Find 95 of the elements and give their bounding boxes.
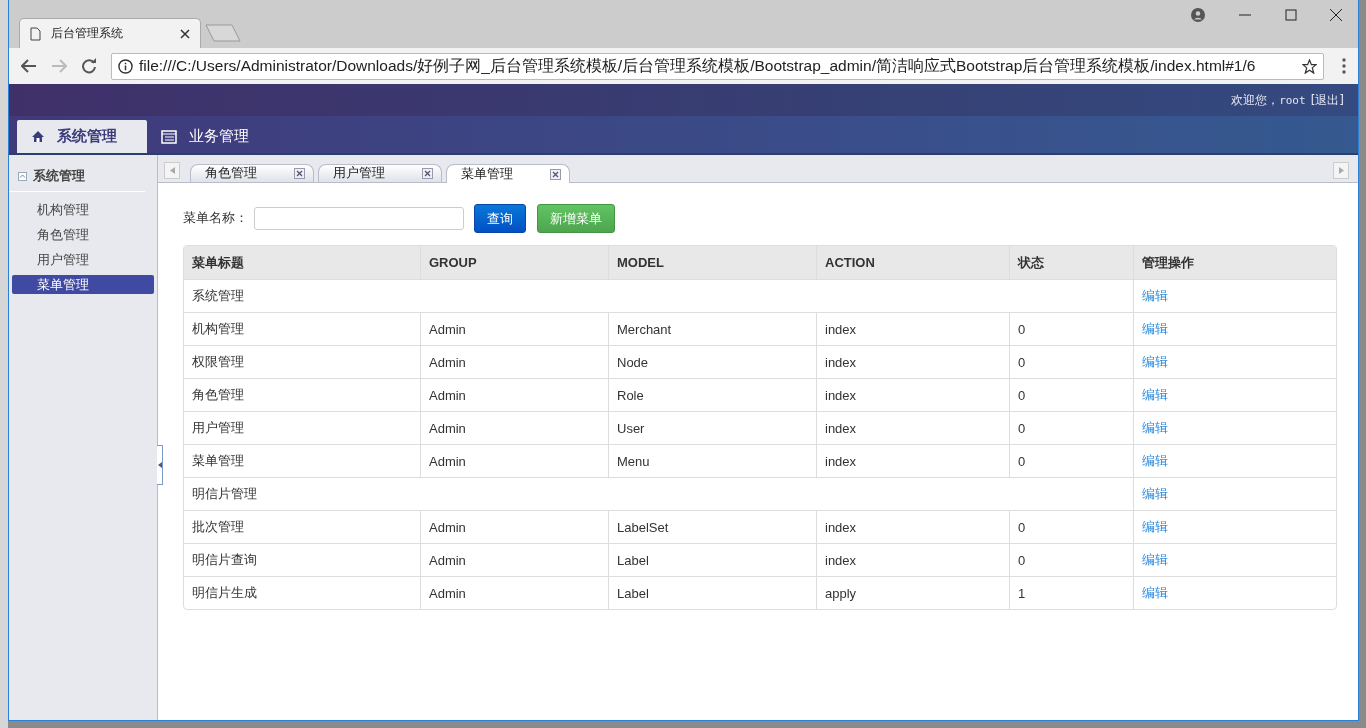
column-header: 管理操作	[1133, 246, 1334, 279]
table-cell-text: 明信片管理	[191, 485, 258, 503]
table-cell: 1	[1009, 577, 1133, 609]
table-cell: index	[816, 379, 1009, 411]
column-header: ACTION	[816, 246, 1009, 279]
edit-link[interactable]: 编辑	[1142, 287, 1168, 305]
table-cell: Node	[608, 346, 816, 378]
table-cell: 0	[1009, 445, 1133, 477]
table-cell: Admin	[420, 511, 608, 543]
logout-link[interactable]: [退出]	[1310, 91, 1344, 109]
table-cell-text: 用户管理	[191, 419, 245, 437]
edit-link[interactable]: 编辑	[1142, 353, 1168, 371]
table-cell: User	[608, 412, 816, 444]
table-cell: index	[816, 445, 1009, 477]
table-cell-text: 机构管理	[191, 320, 245, 338]
column-header: 状态	[1009, 246, 1133, 279]
column-header: GROUP	[420, 246, 608, 279]
table-cell-text: 权限管理	[191, 353, 245, 371]
search-button[interactable]: 查询	[474, 204, 526, 233]
table-cell: Admin	[420, 412, 608, 444]
edit-link[interactable]: 编辑	[1142, 386, 1168, 404]
sidebar-item[interactable]: 角色管理	[12, 225, 154, 244]
sidebar-item[interactable]: 菜单管理	[12, 275, 154, 294]
table-cell: Admin	[420, 577, 608, 609]
edit-link[interactable]: 编辑	[1142, 452, 1168, 470]
profile-icon[interactable]	[1191, 8, 1205, 22]
table-cell: index	[816, 544, 1009, 576]
tab-title: 后台管理系统	[51, 25, 124, 42]
close-icon[interactable]	[550, 168, 561, 180]
table-cell: apply	[816, 577, 1009, 609]
close-icon[interactable]	[1330, 9, 1342, 21]
table-cell-text: 菜单管理	[191, 452, 245, 470]
table-cell: Merchant	[608, 313, 816, 345]
table-cell-text: 明信片生成	[191, 584, 258, 602]
table-cell: index	[816, 412, 1009, 444]
page-tab[interactable]: 用户管理	[318, 164, 442, 182]
edit-link[interactable]: 编辑	[1142, 518, 1168, 536]
table-cell: Menu	[608, 445, 816, 477]
caret-icon	[169, 167, 175, 174]
page-tab[interactable]: 菜单管理	[446, 164, 570, 183]
table-cell-text: 系统管理	[191, 287, 245, 305]
column-header: 菜单标题	[191, 253, 245, 272]
table-cell: LabelSet	[608, 511, 816, 543]
table-cell: 0	[1009, 544, 1133, 576]
menu-icon[interactable]	[1342, 58, 1346, 74]
page-icon	[30, 26, 41, 41]
table-cell: index	[816, 511, 1009, 543]
table-cell-text: 批次管理	[191, 518, 245, 536]
table-cell: 0	[1009, 346, 1133, 378]
home-icon	[31, 130, 45, 143]
browser-tab[interactable]: 后台管理系统	[19, 18, 201, 48]
table-cell: Admin	[420, 379, 608, 411]
star-icon[interactable]	[1302, 58, 1317, 74]
table-cell: Label	[608, 577, 816, 609]
edit-link[interactable]: 编辑	[1142, 584, 1168, 602]
sidebar-item[interactable]: 机构管理	[12, 200, 154, 219]
table-cell-text: 角色管理	[191, 386, 245, 404]
edit-link[interactable]: 编辑	[1142, 419, 1168, 437]
table-cell: Admin	[420, 544, 608, 576]
nav-tab[interactable]: 业务管理	[147, 120, 277, 153]
sidebar-item[interactable]: 用户管理	[12, 250, 154, 269]
table-cell: index	[816, 346, 1009, 378]
back-icon[interactable]	[21, 59, 37, 73]
sidebar-group[interactable]: 系统管理	[9, 167, 145, 192]
table-cell: 0	[1009, 313, 1133, 345]
maximize-icon[interactable]	[1285, 9, 1297, 21]
table-cell: 0	[1009, 511, 1133, 543]
caret-icon	[1338, 167, 1344, 174]
search-field[interactable]	[254, 207, 464, 230]
close-icon[interactable]	[180, 28, 190, 39]
table-cell: Label	[608, 544, 816, 576]
table-cell: Admin	[420, 445, 608, 477]
welcome-text: 欢迎您，	[1231, 91, 1280, 109]
table-cell: Role	[608, 379, 816, 411]
list-icon	[161, 129, 177, 144]
info-icon	[118, 58, 133, 74]
close-icon[interactable]	[422, 168, 433, 179]
table-cell: 0	[1009, 379, 1133, 411]
page-tab[interactable]: 角色管理	[190, 164, 314, 182]
reload-icon[interactable]	[81, 58, 97, 74]
column-header: MODEL	[608, 246, 816, 279]
table-cell-text: 明信片查询	[191, 551, 258, 569]
table-cell: Admin	[420, 313, 608, 345]
edit-link[interactable]: 编辑	[1142, 485, 1168, 503]
edit-link[interactable]: 编辑	[1142, 551, 1168, 569]
edit-link[interactable]: 编辑	[1142, 320, 1168, 338]
sidebar-toggle[interactable]	[157, 445, 163, 485]
user-name: root	[1279, 93, 1306, 107]
search-label: 菜单名称：	[183, 210, 248, 227]
table-cell: index	[816, 313, 1009, 345]
table-cell: 0	[1009, 412, 1133, 444]
nav-tab[interactable]: 系统管理	[17, 120, 147, 153]
address-bar[interactable]: file:///C:/Users/Administrator/Downloads/好例子网_后台管理系统模板/后台管理系统模板/Bootstrap_admin/简洁响应式Bootstrap后台管理系统模板/index.html#1/6	[111, 52, 1324, 80]
close-icon[interactable]	[294, 168, 305, 179]
table-cell: Admin	[420, 346, 608, 378]
